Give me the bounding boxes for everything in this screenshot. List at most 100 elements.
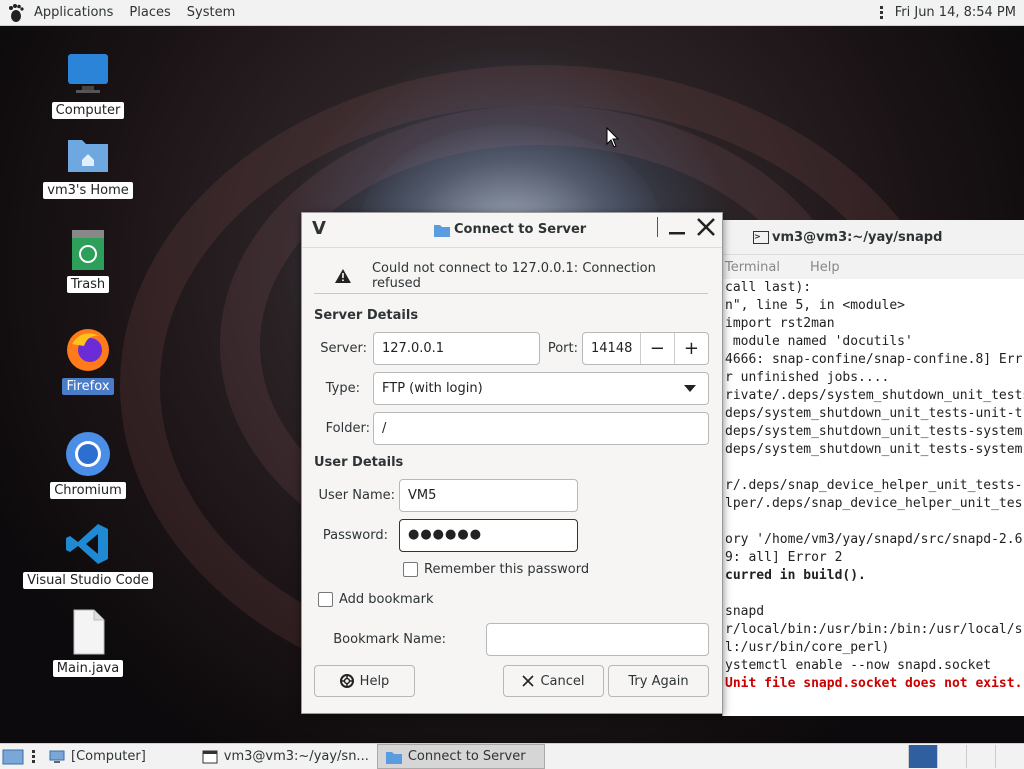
taskbar-item-computer[interactable]: [Computer] [41,745,154,768]
mouse-pointer-icon [606,127,620,148]
terminal-line: import rst2man [725,316,835,331]
add-bookmark-label: Add bookmark [339,592,434,607]
checkbox-box[interactable] [403,562,418,577]
show-desktop-icon[interactable] [2,748,24,766]
folder-icon [385,751,402,764]
username-input[interactable]: VM5 [399,479,578,512]
terminal-title: vm3@vm3:~/yay/snapd [772,229,943,245]
workspace-3[interactable] [966,745,995,768]
taskbar-item-label: Connect to Server [407,749,526,764]
server-input[interactable]: 127.0.0.1 [373,332,540,365]
desktop-icon-label: Computer [51,102,125,119]
workspace-1[interactable] [908,745,937,768]
terminal-line: r unfinished jobs.... [725,370,890,385]
chevron-down-icon [684,385,696,392]
terminal-menubar: Terminal Help [723,255,1024,279]
remember-password-checkbox[interactable]: Remember this password [403,562,589,577]
connect-to-server-dialog[interactable]: V Connect to Server Could not connect to… [301,212,723,714]
folder-icon [434,224,450,237]
system-menu[interactable]: System [179,5,243,20]
terminal-titlebar[interactable]: > vm3@vm3:~/yay/snapd [723,220,1024,255]
desktop-icon-label: Visual Studio Code [23,572,153,589]
terminal-line: Unit file snapd.socket does not exist. [725,676,1023,691]
desktop-icon-chromium[interactable]: Chromium [12,430,164,499]
places-menu[interactable]: Places [121,5,178,20]
terminal-line: lper/.deps/snap_device_helper_unit_tes [725,496,1023,511]
terminal-line: snapd [725,604,765,619]
terminal-line: n", line 5, in <module> [725,298,906,313]
terminal-line: module named 'docutils' [725,334,913,349]
type-dropdown[interactable]: FTP (with login) [373,372,709,405]
warning-icon [334,269,351,283]
bookmark-name-label: Bookmark Name: [333,632,446,647]
workspace-2[interactable] [937,745,966,768]
server-label: Server: [320,341,367,356]
window-menu-icon[interactable]: V [312,218,326,239]
taskbar-item-label: [Computer] [71,749,146,764]
help-button[interactable]: Help [314,665,415,697]
terminal-line: ory '/home/vm3/yay/snapd/src/snapd-2.6 [725,532,1023,547]
applications-menu[interactable]: Applications [26,5,121,20]
panel-handle-icon [879,6,883,19]
port-spinbutton[interactable]: 14148 − + [582,332,709,365]
port-increment-button[interactable]: + [673,333,708,364]
desktop-icon-label: Trash [66,276,110,293]
folder-input[interactable]: / [373,412,709,445]
file-icon [64,608,112,656]
clock[interactable]: Fri Jun 14, 8:54 PM [895,5,1016,20]
type-selected-value: FTP (with login) [382,381,483,396]
terminal-line: l:/usr/bin/core_perl) [725,640,890,655]
desktop-icon-main-java[interactable]: Main.java [28,608,148,677]
desktop-icon-vscode[interactable]: Visual Studio Code [14,520,162,589]
desktop-icon-label: Chromium [50,482,126,499]
desktop-icon-home[interactable]: vm3's Home [28,130,148,199]
taskbar-item-connect-to-server[interactable]: Connect to Server [376,744,545,769]
port-decrement-button[interactable]: − [639,333,674,364]
cancel-button[interactable]: Cancel [503,665,604,697]
workspace-switcher[interactable] [908,745,1024,768]
terminal-window[interactable]: > vm3@vm3:~/yay/snapd Terminal Help call… [722,220,1024,716]
workspace-4[interactable] [995,745,1024,768]
terminal-line: deps/system_shutdown_unit_tests-unit-t [725,406,1023,421]
desktop-icon-label: Main.java [52,660,124,677]
terminal-line: call last): [725,280,812,295]
dialog-titlebar[interactable]: V Connect to Server [302,213,722,248]
folder-label: Folder: [325,421,370,436]
password-label: Password: [322,528,388,543]
gnome-foot-icon[interactable] [6,3,26,23]
desktop-icon-label: Firefox [62,378,114,395]
terminal-output[interactable]: call last): n", line 5, in <module> import… [723,279,1024,693]
home-folder-icon [64,130,112,178]
close-icon[interactable] [696,217,716,237]
try-again-button-label: Try Again [628,673,689,689]
top-panel: Applications Places System Fri Jun 14, 8… [0,0,1024,26]
terminal-line: r/.deps/snap_device_helper_unit_tests- [725,478,1023,493]
bookmark-name-input[interactable] [486,623,709,656]
dialog-title: Connect to Server [454,222,587,237]
monitor-icon [64,50,112,98]
terminal-icon [202,750,218,763]
password-input[interactable]: ●●●●●● [399,519,578,552]
checkbox-box[interactable] [318,592,333,607]
chromium-icon [64,430,112,478]
terminal-menu-help[interactable]: Help [810,260,840,275]
add-bookmark-checkbox[interactable]: Add bookmark [318,592,434,607]
taskbar-item-terminal[interactable]: vm3@vm3:~/yay/sn... [194,745,377,768]
desktop-icon-firefox[interactable]: Firefox [28,326,148,395]
terminal-menu-terminal[interactable]: Terminal [725,260,780,275]
desktop-icon-trash[interactable]: Trash [28,228,148,293]
vscode-icon [64,520,112,568]
bottom-taskbar: [Computer] vm3@vm3:~/yay/sn... Connect t… [0,743,1024,769]
desktop-icon-computer[interactable]: Computer [28,50,148,119]
server-details-heading: Server Details [314,308,419,323]
try-again-button[interactable]: Try Again [608,665,709,697]
terminal-line: curred in build(). [725,568,866,583]
remember-password-label: Remember this password [424,562,590,577]
port-value[interactable]: 14148 [583,341,640,356]
username-label: User Name: [318,488,396,503]
terminal-icon: > [753,230,769,244]
firefox-icon [64,326,112,374]
minimize-icon[interactable] [668,218,686,236]
